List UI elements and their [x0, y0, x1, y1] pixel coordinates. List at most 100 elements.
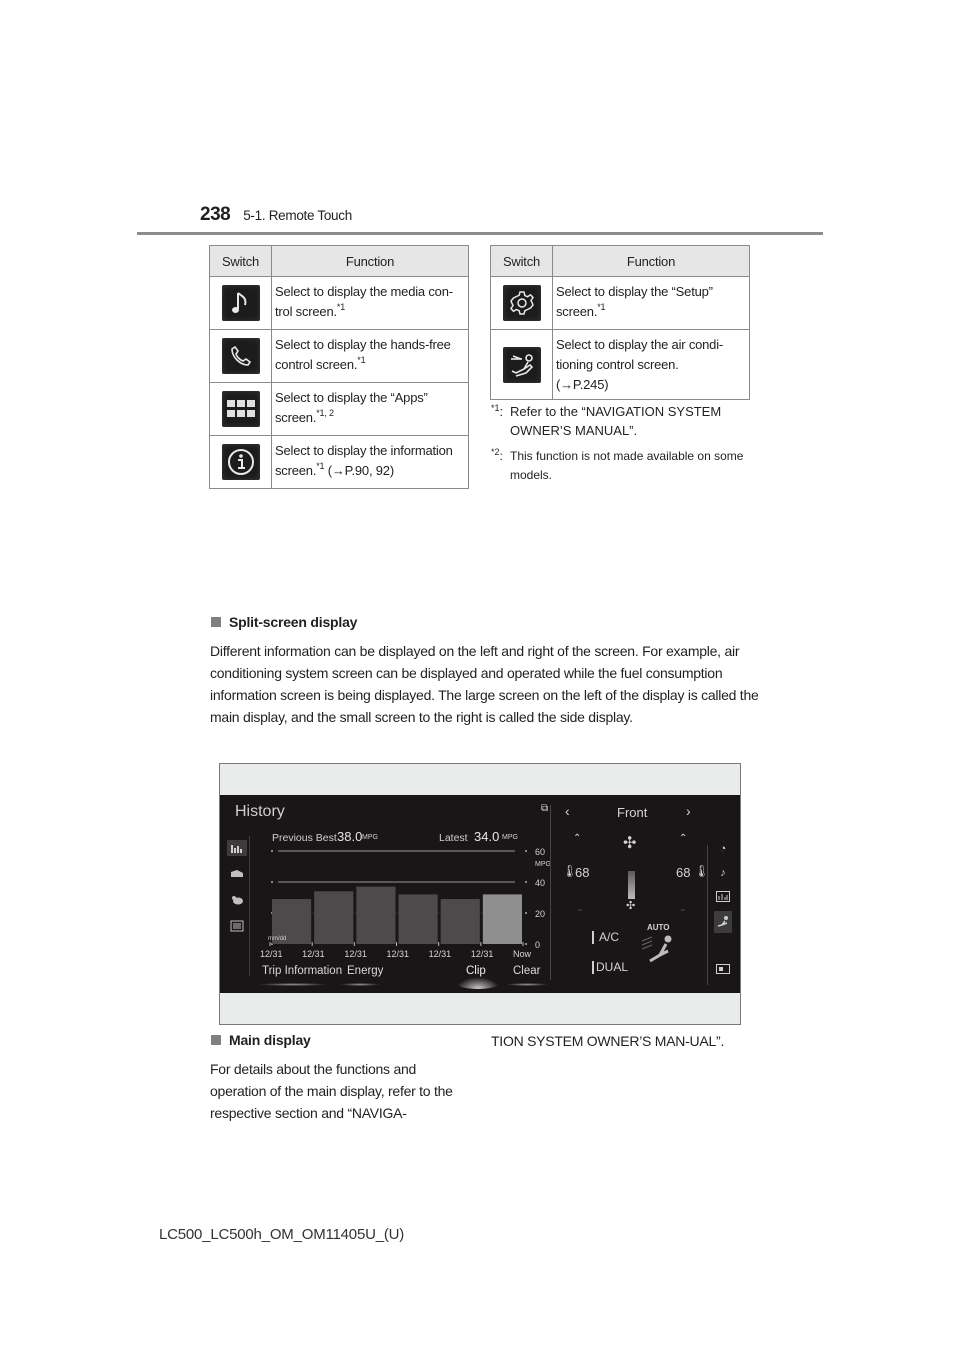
table-row: Select to display the information screen…	[209, 435, 469, 489]
table-row: Select to display the hands-free control…	[209, 329, 469, 383]
footnote-ref: *1	[336, 302, 346, 312]
x-tick-label: 12/31	[471, 949, 494, 959]
function-text: Select to display the “Setup” screen.	[556, 284, 713, 319]
page-header: 238 5-1. Remote Touch	[200, 204, 352, 226]
climate-seat-icon	[502, 346, 541, 383]
grid-dot	[271, 881, 273, 883]
main-display-heading: Main display	[211, 1032, 311, 1048]
footnote-2: *2: This function is not made available …	[491, 447, 761, 485]
energy-button[interactable]: Energy	[347, 965, 383, 977]
y-tick-label: 40	[535, 878, 545, 888]
radio-icon[interactable]: ◔	[714, 841, 732, 857]
temp-down-left-icon[interactable]: ⌄	[576, 903, 584, 914]
clear-button[interactable]: Clear	[513, 965, 540, 977]
header-divider	[137, 232, 823, 235]
button-glow	[506, 983, 548, 986]
table-row: Select to display the air condi-tioning …	[490, 329, 750, 400]
grid-dot	[525, 850, 527, 852]
function-text: Select to display the media con-trol scr…	[275, 284, 453, 319]
footnote-text: Refer to the “NAVIGATION SYSTEM OWNER’S …	[510, 404, 722, 438]
swap-screen-icon[interactable]: ⧉	[541, 803, 548, 814]
switch-table-right: Switch Function Select to display the “S…	[490, 245, 750, 400]
chart-bar	[482, 894, 522, 944]
x-tick-label: 12/31	[260, 949, 283, 959]
footnote-1: *1: Refer to the “NAVIGATION SYSTEM OWNE…	[491, 402, 761, 440]
page-reference: (→P.245)	[556, 377, 609, 392]
split-screen-paragraph: Different information can be displayed o…	[210, 643, 759, 725]
page-number: 238	[200, 204, 231, 225]
info-icon	[221, 444, 260, 480]
footnote-ref: *1, 2	[316, 408, 334, 418]
clip-button[interactable]: Clip	[466, 965, 486, 977]
y-tick-label: 20	[535, 909, 545, 919]
chart-bar	[356, 886, 396, 944]
x-axis-label: mm/dd	[268, 936, 286, 942]
chart-icon[interactable]	[714, 888, 732, 904]
dual-indicator	[592, 961, 594, 974]
split-screen-heading: Split-screen display	[211, 614, 357, 630]
screen-icon[interactable]	[714, 961, 732, 977]
chevron-right-icon[interactable]: ›	[686, 803, 691, 819]
button-glow	[340, 983, 380, 986]
gear-icon	[502, 285, 541, 321]
button-glow	[258, 983, 328, 986]
y-tick-label: 0	[535, 940, 540, 950]
heading-square-icon	[211, 617, 221, 627]
thermometer-right-icon: 🌡	[694, 864, 710, 878]
ac-indicator	[592, 931, 594, 944]
grid-dot	[271, 850, 273, 852]
x-tick-label: 12/31	[387, 949, 410, 959]
main-display-paragraph-left: For details about the functions and oper…	[210, 1061, 453, 1121]
display-screenshot: History Previous Best 38.0 MPG Latest 34…	[219, 763, 741, 1025]
column-header-function: Function	[552, 245, 750, 277]
temp-up-right-icon[interactable]: ⌃	[679, 833, 687, 844]
footnote-ref: *1	[357, 355, 366, 365]
grid-dot	[525, 881, 527, 883]
climate-seat-icon[interactable]	[714, 911, 732, 933]
heading-square-icon	[211, 1035, 221, 1045]
fan-down-icon[interactable]: ✣	[626, 899, 635, 912]
temp-down-right-icon[interactable]: ⌄	[679, 903, 687, 914]
footnotes: *1: Refer to the “NAVIGATION SYSTEM OWNE…	[491, 402, 761, 492]
climate-zone-title: Front	[617, 805, 648, 820]
music-note-icon[interactable]: ♪	[714, 865, 732, 881]
grid-dot	[525, 943, 527, 945]
fan-speed-bar	[628, 871, 635, 899]
side-divider	[550, 805, 551, 980]
section-title: 5-1. Remote Touch	[243, 208, 352, 223]
music-note-icon	[221, 285, 260, 321]
x-tick-label: 12/31	[344, 949, 367, 959]
footnote-text: This function is not made available on s…	[510, 449, 744, 482]
display-screen: History Previous Best 38.0 MPG Latest 34…	[220, 795, 740, 993]
column-header-switch: Switch	[209, 245, 272, 277]
right-temperature: 68	[676, 865, 691, 880]
temp-up-left-icon[interactable]: ⌃	[573, 833, 581, 844]
history-chart: 0 20 40 60 MPG 12/31 12/31 12/31 12/31 12/31 12/31…	[260, 847, 550, 959]
function-text: Select to display the air condi-tioning …	[556, 337, 724, 372]
ac-button[interactable]: A/C	[599, 930, 619, 944]
phone-icon	[221, 338, 260, 374]
chart-bar	[314, 891, 354, 944]
trip-information-button[interactable]: Trip Information	[262, 965, 342, 977]
switch-table-left: Switch Function Select to display the me…	[209, 245, 469, 489]
column-header-switch: Switch	[490, 245, 553, 277]
chevron-left-icon[interactable]: ‹	[565, 803, 570, 819]
fan-icon[interactable]: ✣	[623, 833, 636, 853]
function-text: Select to display the “Apps” screen.	[275, 390, 428, 425]
x-tick-label: Now	[513, 949, 532, 959]
column-header-function: Function	[271, 245, 469, 277]
page-reference: (→P.90, 92)	[324, 463, 394, 478]
left-temperature: 68	[575, 865, 590, 880]
apps-grid-icon	[221, 391, 260, 427]
table-row: Select to display the “Setup” screen.*1	[490, 276, 750, 330]
grid-dot	[525, 912, 527, 914]
table-row: Select to display the media con-trol scr…	[209, 276, 469, 330]
y-axis-label: MPG	[535, 861, 550, 868]
chart-bar	[440, 899, 480, 944]
main-display-paragraph-right: TION SYSTEM OWNER’S MAN-UAL”.	[491, 1033, 725, 1049]
y-tick-label: 60	[535, 847, 545, 857]
x-tick-label: 12/31	[302, 949, 325, 959]
climate-seat-icon[interactable]	[638, 931, 678, 969]
dual-button[interactable]: DUAL	[596, 960, 628, 974]
x-tick-label: 12/31	[429, 949, 452, 959]
